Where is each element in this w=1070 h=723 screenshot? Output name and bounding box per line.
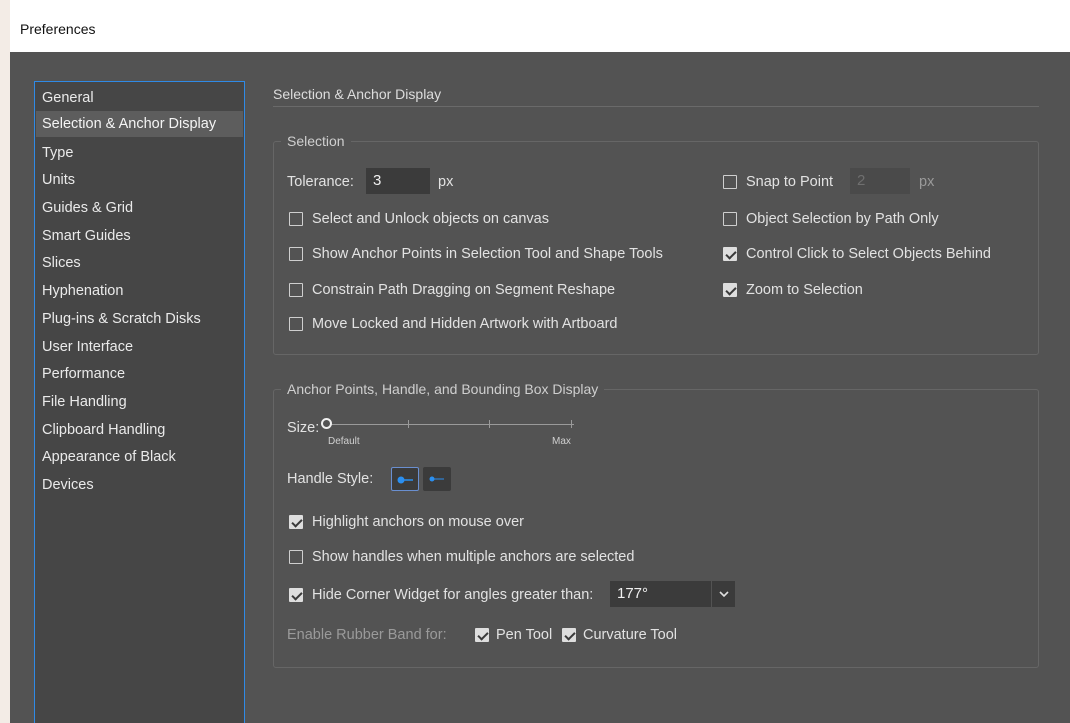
- control-click-checkbox[interactable]: [723, 247, 737, 261]
- category-item-devices[interactable]: Devices: [36, 472, 243, 498]
- size-min-label: Default: [328, 436, 360, 447]
- handle-solid-icon: [397, 476, 413, 484]
- handle-style-label: Handle Style:: [287, 471, 374, 487]
- highlight-anchors-checkbox[interactable]: [289, 515, 303, 529]
- control-click-label[interactable]: Control Click to Select Objects Behind: [746, 246, 991, 262]
- section-heading: Selection & Anchor Display: [273, 86, 442, 102]
- category-item-type[interactable]: Type: [36, 140, 243, 166]
- select-unlock-checkbox[interactable]: [289, 212, 303, 226]
- hide-corner-widget-checkbox[interactable]: [289, 588, 303, 602]
- category-item-hyphenation[interactable]: Hyphenation: [36, 278, 243, 304]
- category-item-guides-grid[interactable]: Guides & Grid: [36, 195, 243, 221]
- show-handles-checkbox[interactable]: [289, 550, 303, 564]
- constrain-path-label[interactable]: Constrain Path Dragging on Segment Resha…: [312, 282, 615, 298]
- snap-to-point-unit: px: [919, 174, 935, 190]
- zoom-to-selection-label[interactable]: Zoom to Selection: [746, 282, 863, 298]
- handle-style-solid-button[interactable]: [391, 467, 419, 491]
- category-item-file-handling[interactable]: File Handling: [36, 389, 243, 415]
- rubber-band-pen-tool-label[interactable]: Pen Tool: [496, 627, 552, 643]
- constrain-path-checkbox[interactable]: [289, 283, 303, 297]
- size-slider-track[interactable]: [326, 424, 574, 425]
- category-item-performance[interactable]: Performance: [36, 361, 243, 387]
- corner-angle-dropdown-button[interactable]: [711, 581, 735, 607]
- category-item-smart-guides[interactable]: Smart Guides: [36, 223, 243, 249]
- window-title: Preferences: [20, 21, 96, 37]
- size-label: Size:: [287, 420, 320, 436]
- zoom-to-selection-checkbox[interactable]: [723, 283, 737, 297]
- move-locked-label[interactable]: Move Locked and Hidden Artwork with Artb…: [312, 316, 617, 332]
- category-item-slices[interactable]: Slices: [36, 250, 243, 276]
- size-slider-knob[interactable]: [321, 418, 332, 429]
- handle-hollow-icon: [429, 476, 444, 482]
- chevron-down-icon: [719, 591, 729, 598]
- category-item-units[interactable]: Units: [36, 167, 243, 193]
- tolerance-unit: px: [438, 174, 454, 190]
- category-item-user-interface[interactable]: User Interface: [36, 334, 243, 360]
- snap-to-point-input[interactable]: 2: [850, 168, 910, 194]
- category-list[interactable]: General Selection & Anchor Display Type …: [34, 81, 245, 723]
- heading-divider: [273, 106, 1039, 107]
- corner-angle-input[interactable]: 177°: [610, 581, 711, 607]
- object-selection-by-path-checkbox[interactable]: [723, 212, 737, 226]
- rubber-band-curvature-tool-checkbox[interactable]: [562, 628, 576, 642]
- rubber-band-curvature-tool-label[interactable]: Curvature Tool: [583, 627, 677, 643]
- category-item-clipboard-handling[interactable]: Clipboard Handling: [36, 417, 243, 443]
- selection-group-label: Selection: [281, 133, 351, 149]
- category-item-selection-anchor-display[interactable]: Selection & Anchor Display: [36, 111, 243, 137]
- size-slider-tick: [489, 420, 490, 428]
- category-item-appearance-of-black[interactable]: Appearance of Black: [36, 444, 243, 470]
- size-slider-tick: [571, 420, 572, 428]
- object-selection-by-path-label[interactable]: Object Selection by Path Only: [746, 211, 939, 227]
- highlight-anchors-label[interactable]: Highlight anchors on mouse over: [312, 514, 524, 530]
- snap-to-point-checkbox[interactable]: [723, 175, 737, 189]
- preferences-dialog: Preferences General Selection & Anchor D…: [10, 0, 1070, 723]
- category-item-plugins-scratch-disks[interactable]: Plug-ins & Scratch Disks: [36, 306, 243, 332]
- select-unlock-label[interactable]: Select and Unlock objects on canvas: [312, 211, 549, 227]
- tolerance-label: Tolerance:: [287, 174, 354, 190]
- hide-corner-widget-label[interactable]: Hide Corner Widget for angles greater th…: [312, 587, 593, 603]
- show-anchor-points-checkbox[interactable]: [289, 247, 303, 261]
- tolerance-input[interactable]: 3: [366, 168, 430, 194]
- category-item-general[interactable]: General: [36, 85, 243, 111]
- show-handles-label[interactable]: Show handles when multiple anchors are s…: [312, 549, 634, 565]
- rubber-band-pen-tool-checkbox[interactable]: [475, 628, 489, 642]
- size-max-label: Max: [552, 436, 571, 447]
- title-bar[interactable]: Preferences: [10, 0, 1070, 52]
- anchor-display-group-label: Anchor Points, Handle, and Bounding Box …: [281, 381, 605, 397]
- show-anchor-points-label[interactable]: Show Anchor Points in Selection Tool and…: [312, 246, 663, 262]
- rubber-band-label: Enable Rubber Band for:: [287, 627, 447, 643]
- snap-to-point-label[interactable]: Snap to Point: [746, 174, 833, 190]
- size-slider-tick: [408, 420, 409, 428]
- move-locked-checkbox[interactable]: [289, 317, 303, 331]
- handle-style-hollow-button[interactable]: [423, 467, 451, 491]
